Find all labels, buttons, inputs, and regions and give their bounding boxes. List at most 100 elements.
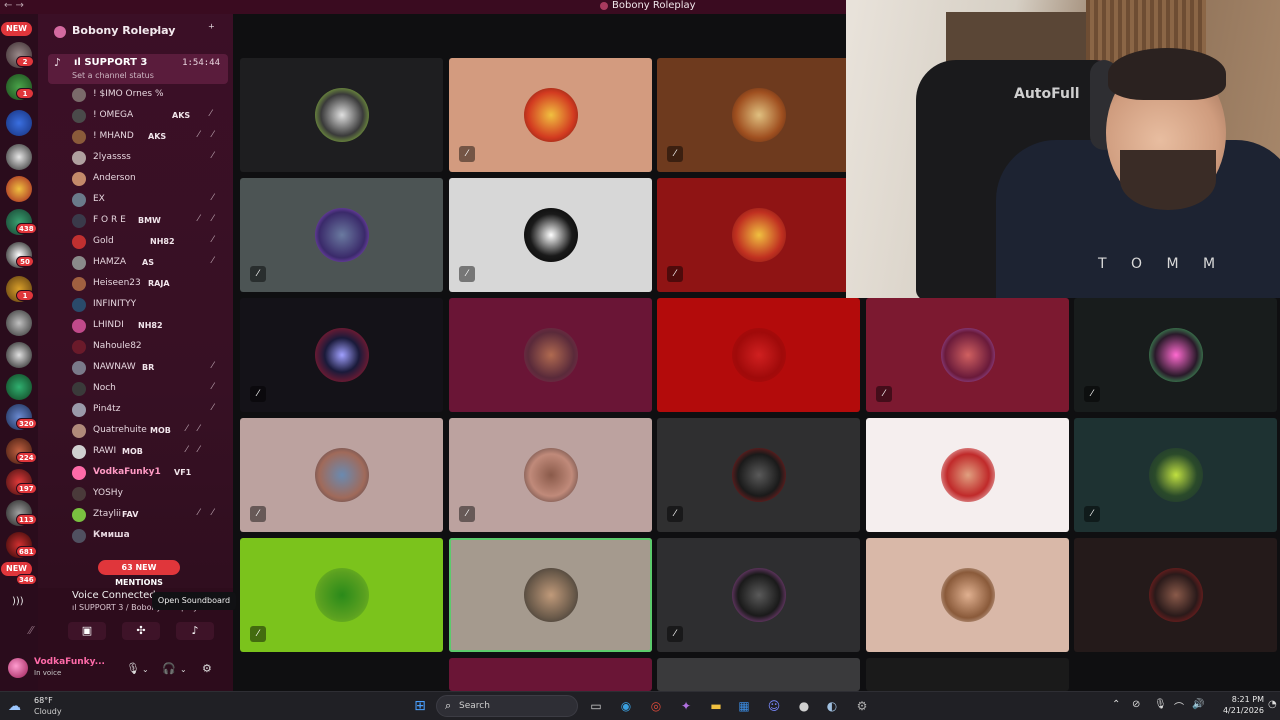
server-icon-4[interactable] [6, 144, 32, 170]
taskbar-clock[interactable]: 8:21 PM 4/21/2026 [1214, 694, 1264, 716]
volume-icon[interactable]: 🔊 [1192, 699, 1204, 710]
avatar [72, 340, 86, 354]
voice-user[interactable]: LHINDI NH82 [72, 317, 228, 335]
user-avatar[interactable] [8, 658, 28, 678]
voice-user[interactable]: F O R E BMW ⁄ ⁄ [72, 212, 228, 230]
voice-channel-support-3[interactable]: ♪ ıl SUPPORT 3 1:54:44 Set a channel sta… [48, 54, 228, 84]
server-icon-10[interactable] [6, 342, 32, 368]
voice-user[interactable]: Ztaylii FAV ⁄ ⁄ [72, 506, 228, 524]
participant-tile[interactable]: ⁄ [449, 418, 652, 532]
store-icon[interactable]: ▦ [734, 696, 754, 716]
activities-button[interactable]: ✣ [122, 622, 160, 640]
copilot-icon[interactable]: ✦ [676, 696, 696, 716]
participant-tile[interactable] [866, 538, 1069, 652]
mic-muted-icon: ⁄ [250, 266, 266, 282]
participant-tile[interactable]: ⁄ [1074, 298, 1277, 412]
participant-tile[interactable] [240, 58, 443, 172]
settings-icon[interactable]: ⚙ [852, 696, 872, 716]
notification-bell-icon[interactable]: ◔ [1268, 699, 1277, 710]
participant-tile[interactable]: ⁄ [449, 58, 652, 172]
obs-icon[interactable]: ● [794, 696, 814, 716]
participant-tile[interactable]: ⁄ [1074, 418, 1277, 532]
mic-options-chevron-icon[interactable]: ⌄ [142, 665, 149, 674]
voice-user[interactable]: HAMZA AS ⁄ [72, 254, 228, 272]
voice-user[interactable]: Quatrehuite MOB ⁄ ⁄ [72, 422, 228, 440]
voice-user[interactable]: Heiseen23 RAJA [72, 275, 228, 293]
participant-tile[interactable] [866, 658, 1069, 691]
avatar [72, 466, 86, 480]
participant-tile[interactable] [449, 658, 652, 691]
participant-tile[interactable]: ⁄ [240, 538, 443, 652]
discord-icon[interactable]: ☺ [764, 696, 784, 716]
participant-tile[interactable]: ⁄ [240, 418, 443, 532]
task-view-icon[interactable]: ▭ [586, 696, 606, 716]
signal-icon[interactable]: ))) [12, 596, 24, 607]
server-icon-5[interactable] [6, 176, 32, 202]
start-icon[interactable]: ⊞ [410, 696, 430, 716]
participant-tile[interactable]: ⁄ [657, 538, 860, 652]
participant-tile[interactable] [449, 298, 652, 412]
microphone-icon[interactable]: 🎙 [126, 662, 140, 675]
voice-user[interactable]: EX ⁄ [72, 191, 228, 209]
add-member-icon[interactable]: ⁺ [208, 22, 215, 37]
participant-tile[interactable]: ⁄ [657, 58, 860, 172]
new-mentions-pill[interactable]: 63 NEW MENTIONS [98, 560, 180, 587]
participant-tile[interactable] [1074, 538, 1277, 652]
server-badge-10: 681 [16, 546, 37, 557]
voice-user[interactable]: Gold NH82 ⁄ [72, 233, 228, 251]
voice-user[interactable]: ! $IMO Ornes % [72, 86, 228, 104]
steam-icon[interactable]: ◐ [822, 696, 842, 716]
headphones-icon[interactable]: 🎧 [162, 662, 176, 675]
share-screen-button[interactable]: ▣ [68, 622, 106, 640]
soundboard-button[interactable]: ♪ [176, 622, 214, 640]
taskbar-search[interactable]: ⌕ Search [436, 695, 578, 717]
tray-app-icon[interactable]: ⊘ [1132, 699, 1140, 710]
voice-user[interactable]: NAWNAW BR ⁄ [72, 359, 228, 377]
participant-tile[interactable] [657, 298, 860, 412]
chevron-down-icon: ⌄ [152, 24, 161, 35]
navigation-arrows[interactable]: ← → [4, 0, 24, 11]
participant-tile[interactable]: ⁄ [240, 178, 443, 292]
participant-tile-speaking[interactable] [449, 538, 652, 652]
participant-tile[interactable] [657, 658, 860, 691]
avatar [72, 319, 86, 333]
server-header[interactable]: Bobony Roleplay ⌄ ⁺ [38, 14, 233, 50]
microphone-tray-icon[interactable]: 🎙 [1154, 699, 1167, 710]
user-name: 2lyassss [93, 152, 131, 162]
voice-user[interactable]: Nahoule82 [72, 338, 228, 356]
voice-user[interactable]: INFINITYY [72, 296, 228, 314]
participant-tile[interactable]: ⁄ [240, 298, 443, 412]
channel-status[interactable]: Set a channel status [72, 71, 154, 80]
server-icon-3[interactable] [6, 110, 32, 136]
voice-user[interactable]: YOSHy [72, 485, 228, 503]
voice-user[interactable]: ! OMEGA AKS ⁄ [72, 107, 228, 125]
chrome-icon[interactable]: ◎ [646, 696, 666, 716]
show-hidden-icons-chevron-icon[interactable]: ⌃ [1112, 699, 1120, 710]
participant-tile[interactable]: ⁄ [657, 178, 860, 292]
wifi-icon[interactable]: ⌒ [1174, 699, 1184, 714]
server-icon-9[interactable] [6, 310, 32, 336]
participant-tile[interactable] [866, 418, 1069, 532]
participant-tile[interactable]: ⁄ [866, 298, 1069, 412]
server-icon-11[interactable] [6, 374, 32, 400]
participant-tile[interactable]: ⁄ [449, 178, 652, 292]
participant-tile[interactable]: ⁄ [657, 418, 860, 532]
voice-user[interactable]: VodkaFunky1 VF1 [72, 464, 228, 482]
user-display-name[interactable]: VodkaFunky... [34, 657, 105, 667]
streamer-beard [1120, 150, 1216, 210]
channel-name: ıl SUPPORT 3 [74, 57, 148, 68]
voice-user[interactable]: RAWI MOB ⁄ ⁄ [72, 443, 228, 461]
file-explorer-icon[interactable]: ▬ [706, 696, 726, 716]
edge-icon[interactable]: ◉ [616, 696, 636, 716]
voice-user[interactable]: ! MHAND AKS ⁄ ⁄ [72, 128, 228, 146]
voice-user[interactable]: Кмиша [72, 527, 228, 545]
voice-user[interactable]: Pin4tz ⁄ [72, 401, 228, 419]
voice-user[interactable]: Anderson [72, 170, 228, 188]
weather-widget[interactable]: ☁ 68°F Cloudy [8, 695, 68, 719]
gear-icon[interactable]: ⚙ [202, 662, 212, 675]
window-title: Bobony Roleplay [600, 0, 696, 11]
voice-user[interactable]: 2lyassss ⁄ [72, 149, 228, 167]
voice-user[interactable]: Noch ⁄ [72, 380, 228, 398]
noise-suppression-button[interactable]: ⁄⁄ [12, 622, 50, 640]
audio-options-chevron-icon[interactable]: ⌄ [180, 665, 187, 674]
